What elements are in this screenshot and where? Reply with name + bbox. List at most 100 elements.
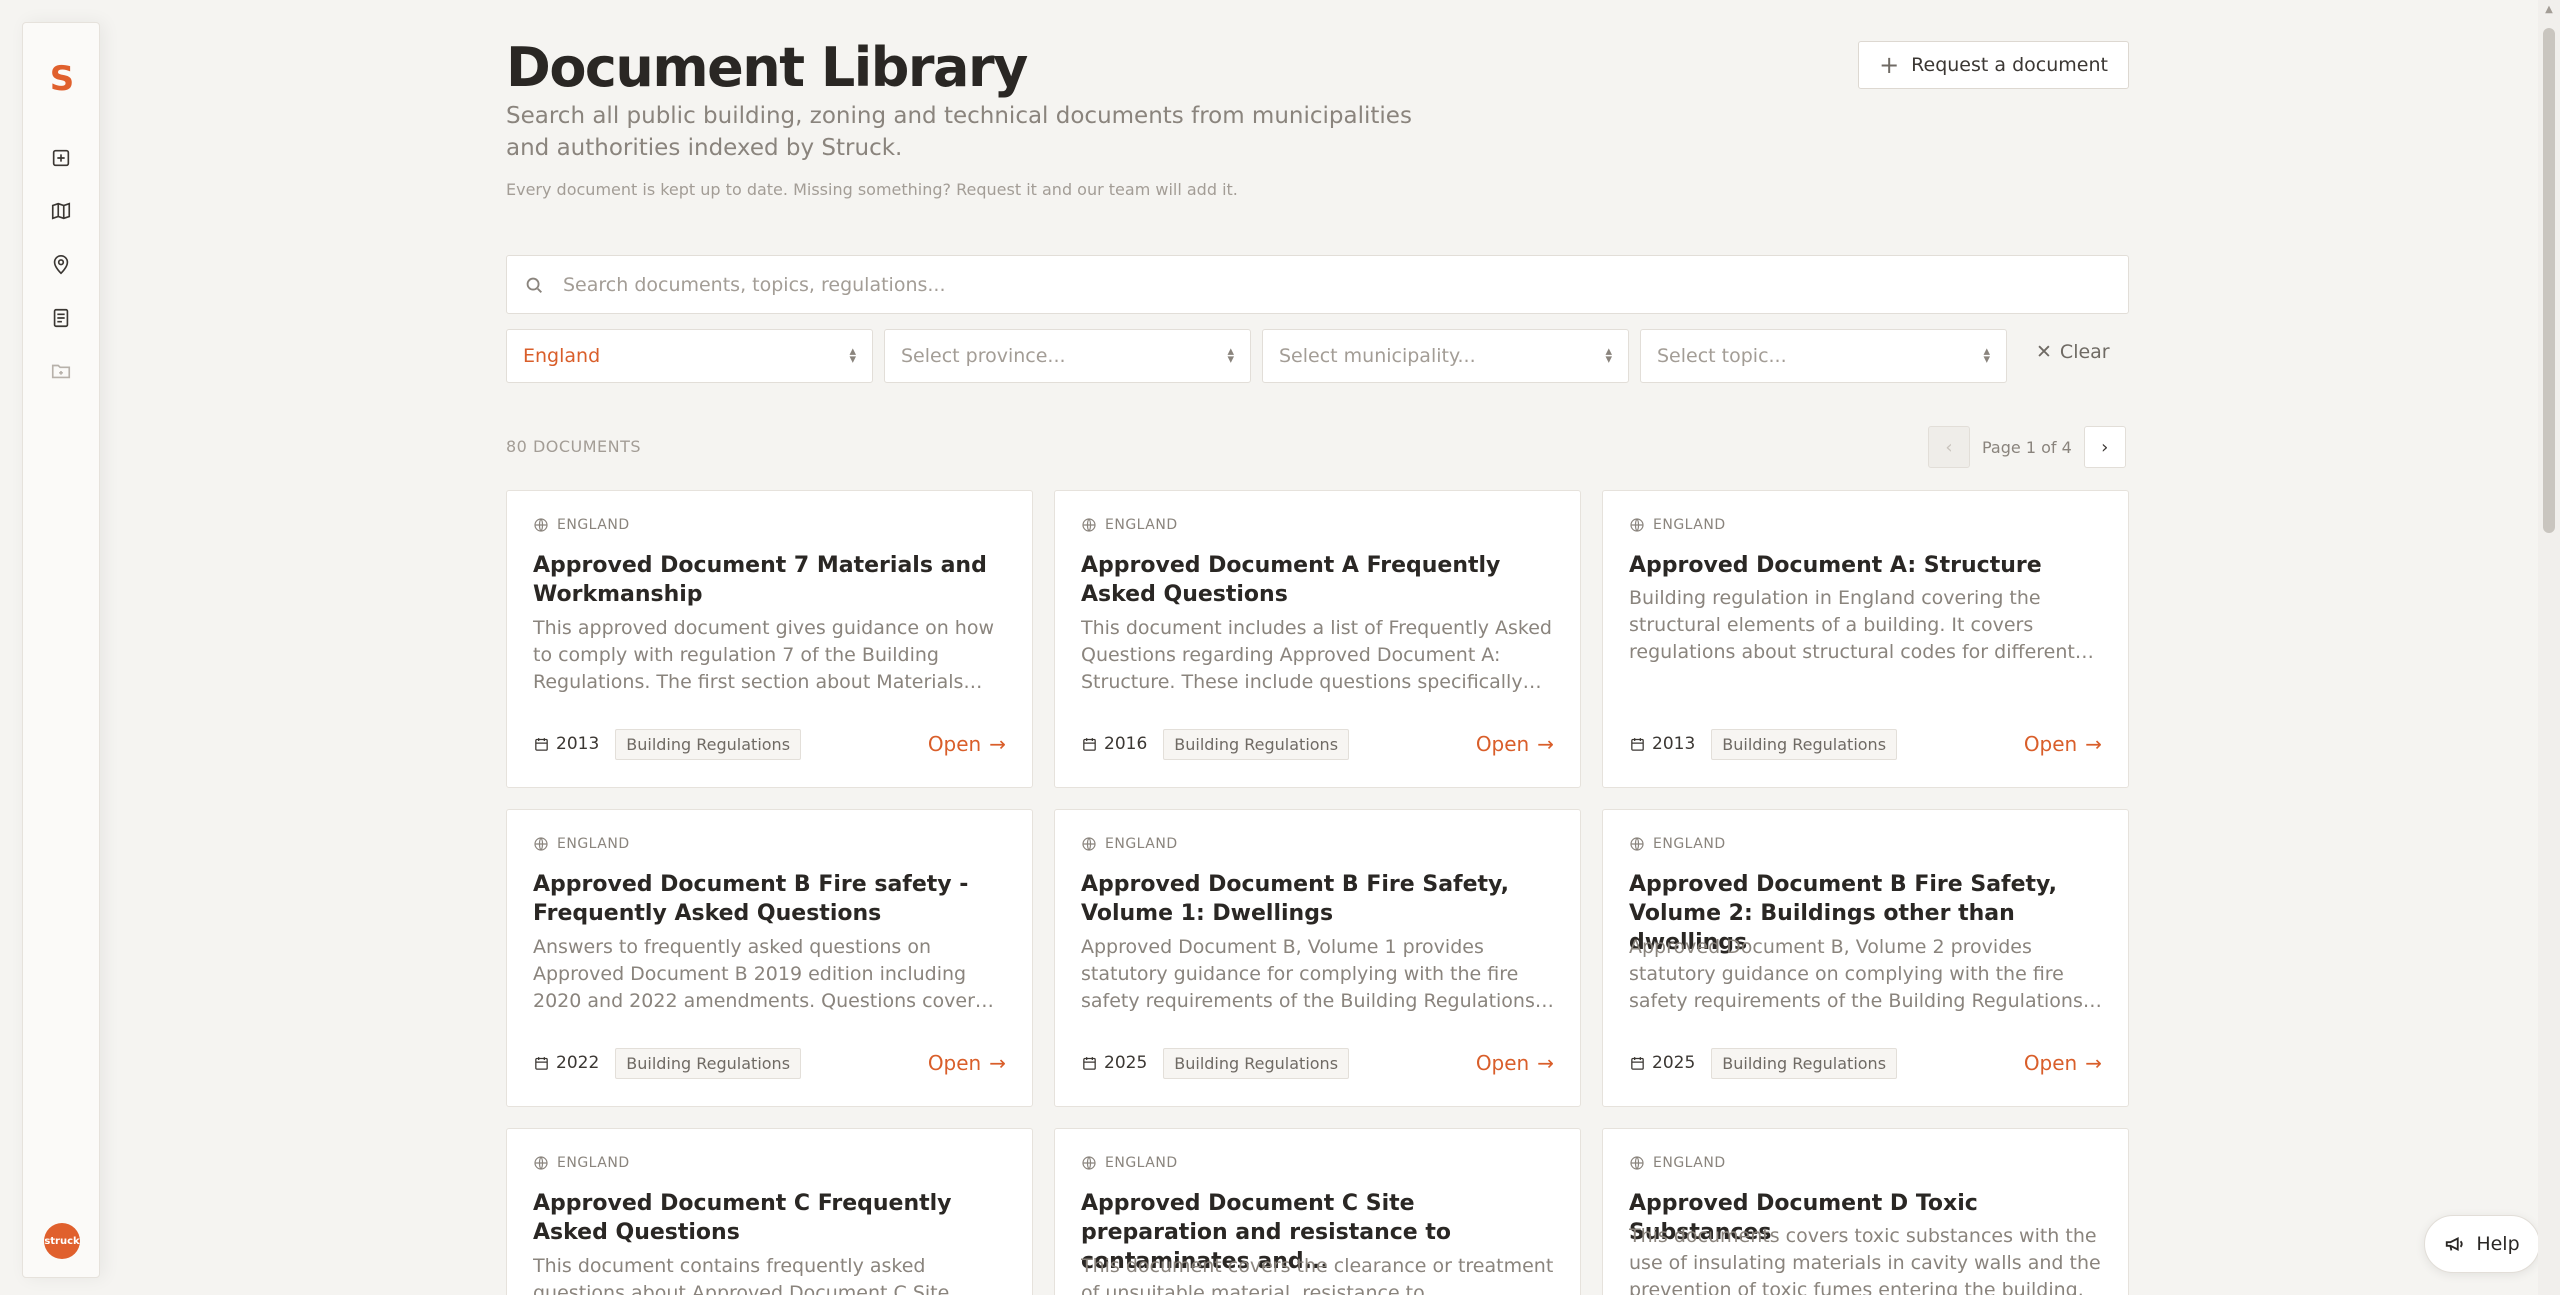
open-document-link[interactable]: Open →: [928, 732, 1006, 756]
sidebar: S struck: [22, 22, 100, 1278]
document-count: 80 DOCUMENTS: [506, 437, 642, 456]
card-year: 2013: [533, 734, 599, 754]
card-year: 2025: [1081, 1053, 1147, 1073]
card-title: Approved Document A: Structure: [1629, 553, 2042, 578]
close-icon: ✕: [2036, 341, 2052, 363]
card-region: ENGLAND: [533, 517, 630, 533]
card-region-label: ENGLAND: [1653, 836, 1726, 852]
card-description: Answers to frequently asked questions on…: [533, 936, 975, 1012]
page-title: Document Library: [506, 36, 1028, 99]
help-button[interactable]: Help: [2424, 1215, 2540, 1273]
card-year-value: 2013: [1652, 734, 1696, 754]
folder-icon[interactable]: [48, 358, 74, 384]
card-tag[interactable]: Building Regulations: [1163, 1047, 1350, 1079]
topic-select[interactable]: Select topic... ▴ ▾: [1640, 329, 2007, 383]
prev-page-button[interactable]: ‹: [1928, 426, 1970, 468]
scrollbar[interactable]: ▲: [2538, 0, 2560, 1295]
document-card[interactable]: ENGLAND Approved Document A: Structure B…: [1602, 490, 2129, 788]
open-document-link[interactable]: Open →: [1476, 732, 1554, 756]
card-title: Approved Document C Frequently Asked Que…: [533, 1191, 952, 1245]
document-card[interactable]: ENGLAND Approved Document B Fire safety …: [506, 809, 1033, 1107]
scroll-thumb[interactable]: [2543, 28, 2555, 533]
map-icon[interactable]: [48, 198, 74, 224]
country-select[interactable]: England ▴ ▾: [506, 329, 873, 383]
topic-select-placeholder: Select topic...: [1657, 345, 1787, 367]
card-year: 2022: [533, 1053, 599, 1073]
calendar-icon: [1629, 736, 1646, 753]
open-document-link[interactable]: Open →: [2024, 1051, 2102, 1075]
province-select[interactable]: Select province... ▴ ▾: [884, 329, 1251, 383]
card-tag[interactable]: Building Regulations: [1711, 1047, 1898, 1079]
card-description: This document includes a list of Frequen…: [1081, 617, 1552, 693]
document-card[interactable]: ENGLAND Approved Document B Fire Safety,…: [1602, 809, 2129, 1107]
card-description: This approved document gives guidance on…: [533, 617, 995, 693]
document-card[interactable]: ENGLAND Approved Document C Site prepara…: [1054, 1128, 1581, 1295]
globe-icon: [1081, 517, 1097, 533]
open-document-link[interactable]: Open →: [2024, 732, 2102, 756]
calendar-icon: [1081, 1055, 1098, 1072]
globe-icon: [533, 836, 549, 852]
open-document-link[interactable]: Open →: [1476, 1051, 1554, 1075]
document-card[interactable]: ENGLAND Approved Document 7 Materials an…: [506, 490, 1033, 788]
open-label: Open: [2023, 1051, 2078, 1075]
open-label: Open: [1475, 732, 1530, 756]
arrow-right-icon: →: [1537, 1051, 1554, 1075]
card-region-label: ENGLAND: [557, 1155, 630, 1171]
globe-icon: [533, 1155, 549, 1171]
card-year: 2025: [1629, 1053, 1695, 1073]
struck-logo[interactable]: S: [23, 59, 101, 99]
megaphone-icon: [2446, 1237, 2463, 1251]
card-tag[interactable]: Building Regulations: [1711, 728, 1898, 760]
card-region-label: ENGLAND: [1653, 517, 1726, 533]
municipality-select[interactable]: Select municipality... ▴ ▾: [1262, 329, 1629, 383]
card-region: ENGLAND: [533, 836, 630, 852]
document-card[interactable]: ENGLAND Approved Document B Fire Safety,…: [1054, 809, 1581, 1107]
card-region-label: ENGLAND: [1105, 517, 1178, 533]
search-bar: [506, 255, 2129, 314]
pagination: ‹ Page 1 of 4 ›: [1928, 426, 2126, 468]
open-label: Open: [927, 1051, 982, 1075]
calendar-icon: [533, 1055, 550, 1072]
add-document-icon[interactable]: [48, 145, 74, 171]
arrow-right-icon: →: [989, 1051, 1006, 1075]
card-region-label: ENGLAND: [557, 517, 630, 533]
card-footer: 2013 Building Regulations Open →: [1629, 727, 2102, 761]
clear-filters-label: Clear: [2059, 341, 2110, 363]
user-avatar[interactable]: struck: [44, 1223, 80, 1259]
open-label: Open: [927, 732, 982, 756]
card-footer: 2016 Building Regulations Open →: [1081, 727, 1554, 761]
calendar-icon: [533, 736, 550, 753]
card-year: 2016: [1081, 734, 1147, 754]
card-title: Approved Document 7 Materials and Workma…: [533, 553, 987, 607]
card-year: 2013: [1629, 734, 1695, 754]
card-tag[interactable]: Building Regulations: [1163, 728, 1350, 760]
card-region: ENGLAND: [1081, 836, 1178, 852]
search-input[interactable]: [563, 273, 2063, 296]
document-card[interactable]: ENGLAND Approved Document C Frequently A…: [506, 1128, 1033, 1295]
location-pin-icon[interactable]: [48, 252, 74, 278]
card-region: ENGLAND: [1629, 836, 1726, 852]
document-card[interactable]: ENGLAND Approved Document D Toxic Substa…: [1602, 1128, 2129, 1295]
open-document-link[interactable]: Open →: [928, 1051, 1006, 1075]
card-tag[interactable]: Building Regulations: [615, 728, 802, 760]
arrow-right-icon: →: [1537, 732, 1554, 756]
document-list-icon[interactable]: [48, 305, 74, 331]
open-label: Open: [1475, 1051, 1530, 1075]
card-tag[interactable]: Building Regulations: [615, 1047, 802, 1079]
document-card[interactable]: ENGLAND Approved Document A Frequently A…: [1054, 490, 1581, 788]
page-indicator: Page 1 of 4: [1982, 437, 2072, 457]
next-page-button[interactable]: ›: [2083, 426, 2126, 468]
help-label: Help: [2476, 1233, 2520, 1255]
clear-filters-button[interactable]: ✕ Clear: [2036, 341, 2110, 363]
card-year-value: 2025: [1104, 1053, 1148, 1073]
card-region: ENGLAND: [1629, 1155, 1726, 1171]
chevron-updown-icon: ▴ ▾: [1605, 344, 1612, 367]
card-region: ENGLAND: [533, 1155, 630, 1171]
card-region-label: ENGLAND: [1105, 1155, 1178, 1171]
card-region: ENGLAND: [1081, 1155, 1178, 1171]
card-description: This document contains frequently asked …: [533, 1255, 950, 1295]
request-document-button[interactable]: + Request a document: [1858, 41, 2129, 89]
card-title: Approved Document B Fire Safety, Volume …: [1081, 872, 1510, 926]
scroll-up-icon[interactable]: ▲: [2543, 4, 2555, 16]
open-label: Open: [2023, 732, 2078, 756]
